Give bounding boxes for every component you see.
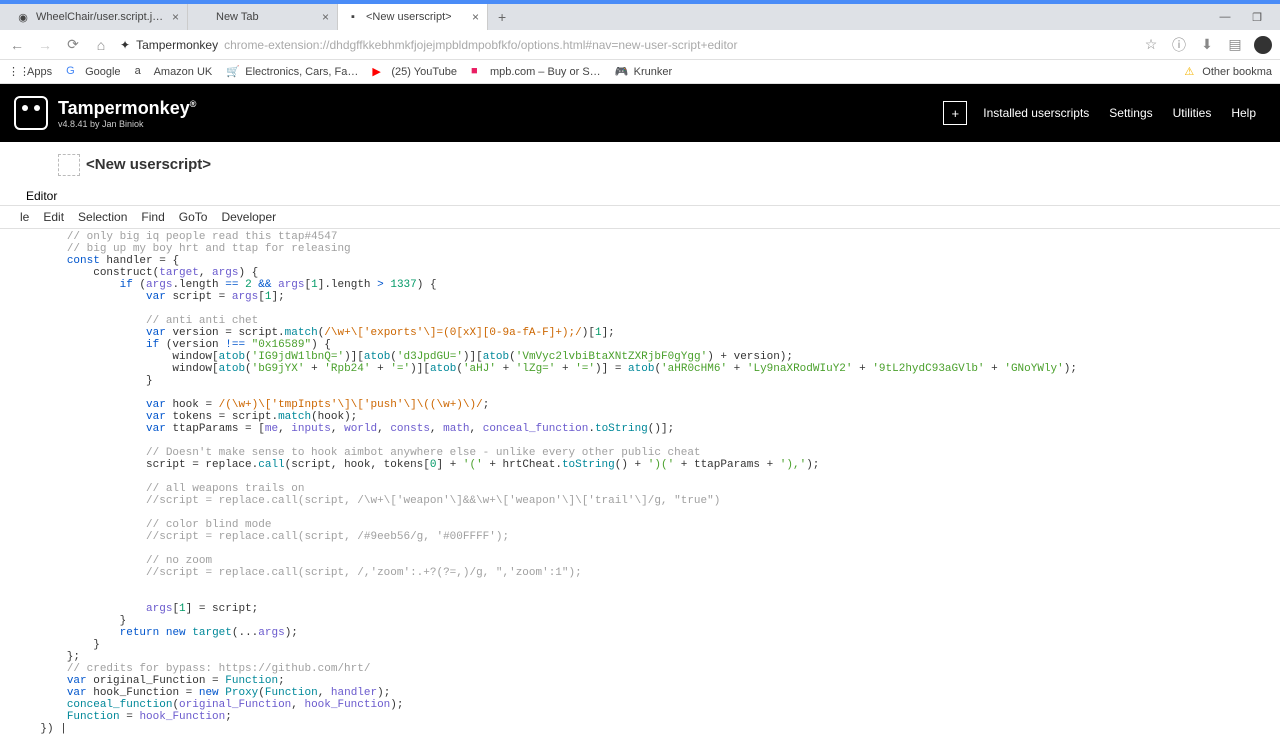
- maximize-button[interactable]: ❐: [1244, 8, 1270, 26]
- code-editor[interactable]: // only big iq people read this ttap#454…: [0, 229, 1280, 721]
- youtube-icon: ▶: [372, 65, 386, 79]
- bookmark-warning-icon[interactable]: ⚠: [1184, 65, 1194, 78]
- extension-badge-icon[interactable]: ▤: [1226, 36, 1244, 54]
- script-icon: [58, 154, 80, 176]
- line-gutter: [0, 231, 14, 721]
- browser-tab[interactable]: New Tab ×: [188, 4, 338, 30]
- menu-developer[interactable]: Developer: [221, 210, 276, 224]
- forward-icon[interactable]: →: [36, 36, 54, 54]
- back-icon[interactable]: ←: [8, 36, 26, 54]
- tampermonkey-icon: ▪: [346, 10, 360, 24]
- tampermonkey-nav: + Installed userscripts Settings Utiliti…: [943, 100, 1266, 126]
- google-icon: G: [66, 65, 80, 79]
- code-content[interactable]: // only big iq people read this ttap#454…: [14, 231, 1280, 721]
- github-icon: ◉: [16, 10, 30, 24]
- menu-file[interactable]: le: [20, 210, 29, 224]
- nav-help[interactable]: Help: [1221, 100, 1266, 126]
- minimize-button[interactable]: —: [1212, 8, 1238, 26]
- bookmark-amazon[interactable]: aAmazon UK: [135, 65, 213, 79]
- close-icon[interactable]: ×: [322, 10, 329, 24]
- brand-version: v4.8.41 by Jan Biniok: [58, 119, 196, 129]
- extension-icon: ✦: [120, 38, 130, 52]
- browser-nav-bar: ← → ⟳ ⌂ ✦ Tampermonkey chrome-extension:…: [0, 30, 1280, 60]
- bookmarks-bar: ⋮⋮Apps GGoogle aAmazon UK 🛒Electronics, …: [0, 60, 1280, 84]
- bookmark-youtube[interactable]: ▶(25) YouTube: [372, 65, 457, 79]
- page-title-row: <New userscript>: [0, 142, 1280, 183]
- amazon-icon: a: [135, 65, 149, 79]
- nav-utilities[interactable]: Utilities: [1163, 100, 1222, 126]
- url-path: chrome-extension://dhdgffkkebhmkfjojejmp…: [224, 38, 737, 52]
- new-script-button[interactable]: +: [943, 101, 967, 125]
- ebay-icon: 🛒: [226, 65, 240, 79]
- menu-selection[interactable]: Selection: [78, 210, 127, 224]
- reload-icon[interactable]: ⟳: [64, 36, 82, 54]
- bookmark-ebay[interactable]: 🛒Electronics, Cars, Fa…: [226, 65, 358, 79]
- browser-tab[interactable]: ◉ WheelChair/user.script.js at mas… ×: [8, 4, 188, 30]
- download-icon[interactable]: ⬇: [1198, 36, 1216, 54]
- tampermonkey-logo-icon: [14, 96, 48, 130]
- bookmark-google[interactable]: GGoogle: [66, 65, 120, 79]
- new-tab-button[interactable]: +: [488, 9, 516, 25]
- bookmark-apps[interactable]: ⋮⋮Apps: [8, 65, 52, 79]
- close-icon[interactable]: ×: [472, 10, 479, 24]
- krunker-icon: 🎮: [615, 65, 629, 79]
- page-title: <New userscript>: [86, 156, 211, 173]
- tab-title: WheelChair/user.script.js at mas…: [36, 11, 166, 23]
- url-host: Tampermonkey: [136, 38, 218, 52]
- profile-avatar[interactable]: [1254, 36, 1272, 54]
- bookmark-krunker[interactable]: 🎮Krunker: [615, 65, 673, 79]
- blank-icon: [196, 10, 210, 24]
- tab-title: <New userscript>: [366, 11, 466, 23]
- browser-tab-active[interactable]: ▪ <New userscript> ×: [338, 4, 488, 30]
- menu-goto[interactable]: GoTo: [179, 210, 208, 224]
- tampermonkey-header: Tampermonkey® v4.8.41 by Jan Biniok + In…: [0, 84, 1280, 142]
- tab-title: New Tab: [216, 11, 316, 23]
- star-icon[interactable]: ☆: [1142, 36, 1160, 54]
- editor-menu-bar: le Edit Selection Find GoTo Developer: [0, 206, 1280, 229]
- mpb-icon: ■: [471, 65, 485, 79]
- nav-settings[interactable]: Settings: [1099, 100, 1162, 126]
- editor-tabs: Editor: [0, 183, 1280, 206]
- bookmark-mpb[interactable]: ■mpb.com – Buy or S…: [471, 65, 601, 79]
- menu-edit[interactable]: Edit: [43, 210, 64, 224]
- browser-tabs-bar: ◉ WheelChair/user.script.js at mas… × Ne…: [0, 4, 1280, 30]
- address-bar[interactable]: ✦ Tampermonkey chrome-extension://dhdgff…: [120, 38, 1132, 52]
- home-icon[interactable]: ⌂: [92, 36, 110, 54]
- nav-installed[interactable]: Installed userscripts: [973, 100, 1099, 126]
- brand-name: Tampermonkey®: [58, 98, 196, 119]
- menu-find[interactable]: Find: [141, 210, 164, 224]
- window-controls: — ❐: [1212, 8, 1280, 26]
- apps-icon: ⋮⋮: [8, 65, 22, 79]
- info-icon[interactable]: ⓘ: [1170, 36, 1188, 54]
- other-bookmarks[interactable]: Other bookma: [1202, 66, 1272, 78]
- editor-tab[interactable]: Editor: [20, 187, 63, 205]
- close-icon[interactable]: ×: [172, 10, 179, 24]
